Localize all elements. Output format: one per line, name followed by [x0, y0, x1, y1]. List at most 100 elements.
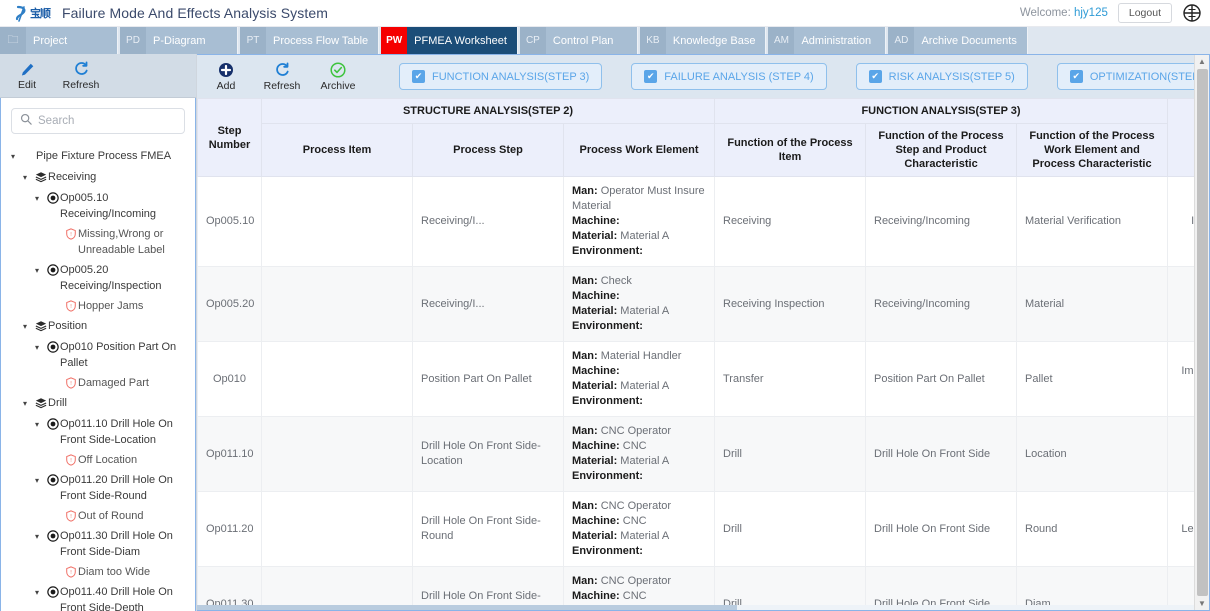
- tree-item-label: Missing,Wrong or Unreadable Label: [78, 228, 165, 256]
- chevron-down-icon[interactable]: ▾: [35, 584, 46, 601]
- layers-icon: [34, 395, 48, 411]
- horizontal-scrollbar[interactable]: [197, 605, 1194, 610]
- brand-logo[interactable]: 宝顺: [14, 5, 51, 22]
- nav-tab-archive-documents[interactable]: AD Archive Documents: [888, 27, 1028, 54]
- chevron-down-icon[interactable]: ▾: [11, 148, 22, 165]
- chevron-down-icon[interactable]: ▾: [23, 169, 34, 186]
- archive-button[interactable]: Archive: [317, 62, 359, 92]
- tree-item-label: Receiving: [48, 171, 97, 183]
- tree-item-label: Damaged Part: [78, 377, 149, 389]
- target-icon: [46, 528, 60, 544]
- tree-item[interactable]: ▾ Receiving: [7, 167, 189, 188]
- tree-item[interactable]: ▾ Pipe Fixture Process FMEA: [7, 146, 189, 167]
- sidebar-edit-button[interactable]: Edit: [6, 61, 48, 91]
- col-process-step[interactable]: Process Step: [412, 123, 564, 177]
- col-function-work-element[interactable]: Function of the Process Work Element and…: [1016, 123, 1168, 177]
- tree-item[interactable]: ▾ Op010 Position Part On Pallet: [7, 337, 189, 373]
- tree-item[interactable]: ▾ Drill: [7, 393, 189, 414]
- target-icon: [46, 584, 60, 600]
- col-process-work-element[interactable]: Process Work Element: [563, 123, 715, 177]
- table-row[interactable]: Op011.10 Drill Hole On Front Side-Locatio…: [197, 416, 1209, 492]
- tree-item[interactable]: ! Hopper Jams: [7, 296, 189, 316]
- search-box[interactable]: [11, 108, 185, 134]
- tree-item[interactable]: ! Off Location: [7, 450, 189, 470]
- chevron-down-icon[interactable]: ▾: [35, 472, 46, 489]
- cell-function-work-element: Material Verification: [1016, 176, 1168, 267]
- tree-item[interactable]: ▾ Op011.10 Drill Hole On Front Side-Locat…: [7, 414, 189, 450]
- tree-item-label: Position: [48, 320, 88, 332]
- table-row[interactable]: Op011.20 Drill Hole On Front Side-Round Ma…: [197, 491, 1209, 567]
- add-button[interactable]: Add: [205, 62, 247, 92]
- col-step-number[interactable]: Step Number: [197, 98, 262, 177]
- archive-label: Archive: [320, 79, 356, 92]
- tree-item[interactable]: ▾ Op005.10 Receiving/Incoming: [7, 188, 189, 224]
- nav-tab-knowledge-base[interactable]: KB Knowledge Base: [639, 27, 767, 54]
- nav-tab-pfmea-worksheet[interactable]: PW PFMEA Worksheet: [381, 27, 518, 54]
- tree-item[interactable]: ! Out of Round: [7, 506, 189, 526]
- col-process-item[interactable]: Process Item: [261, 123, 413, 177]
- nav-tab-administration[interactable]: AM Administration: [768, 27, 887, 54]
- right-pane: Add Refresh Archive ✔ FUNCTION ANALYSIS(…: [197, 54, 1210, 611]
- refresh-button[interactable]: Refresh: [261, 62, 303, 92]
- scroll-down-icon[interactable]: ▼: [1198, 597, 1206, 610]
- checkbox-checked-icon[interactable]: ✔: [1069, 70, 1083, 83]
- table-row[interactable]: Op005.20 Receiving/I... Man: Check Machine:…: [197, 266, 1209, 342]
- left-pane: Edit Refresh Search ▾ Pipe Fixture Proce…: [0, 54, 197, 611]
- checkbox-checked-icon[interactable]: ✔: [644, 70, 658, 83]
- nav-tab-process-flow-table[interactable]: PT Process Flow Table: [240, 27, 380, 54]
- step-chip-5[interactable]: ✔ RISK ANALYSIS(STEP 5): [855, 63, 1028, 90]
- tree-item[interactable]: ▾ Op011.20 Drill Hole On Front Side-Round: [7, 470, 189, 506]
- worksheet-grid-scroll[interactable]: Step Number STRUCTURE ANALYSIS(STEP 2) F…: [197, 98, 1209, 610]
- table-row[interactable]: Op005.10 Receiving/I... Man: Operator Must…: [197, 176, 1209, 267]
- tree-item[interactable]: ▾ Position: [7, 316, 189, 337]
- tree-item[interactable]: ▾ Op011.40 Drill Hole On Front Side-Depth: [7, 582, 189, 611]
- globe-language-icon[interactable]: [1182, 3, 1202, 23]
- vertical-scrollbar[interactable]: ▲ ▼: [1194, 55, 1209, 610]
- svg-text:!: !: [70, 514, 72, 520]
- table-row[interactable]: Op011.30 Drill Hole On Front Side-DiamMan…: [197, 566, 1209, 610]
- col-function-process-item[interactable]: Function of the Process Item: [714, 123, 866, 177]
- welcome-username: hjy125: [1073, 7, 1108, 19]
- nav-tab-project[interactable]: 🗀 Project: [0, 27, 118, 54]
- logout-button[interactable]: Logout: [1117, 3, 1172, 23]
- nav-tab-control-plan[interactable]: CP Control Plan: [519, 27, 638, 54]
- tree-item[interactable]: ! Missing,Wrong or Unreadable Label: [7, 224, 189, 260]
- step-chip-4[interactable]: ✔ FAILURE ANALYSIS (STEP 4): [631, 63, 827, 90]
- step-chip-6[interactable]: ✔ OPTIMIZATION(STEP 6): [1056, 63, 1209, 90]
- table-row[interactable]: Op010 Position Part On Pallet Man: Materia…: [197, 341, 1209, 417]
- tree-item[interactable]: ! Diam too Wide: [7, 562, 189, 582]
- target-icon: [46, 339, 60, 355]
- checkbox-checked-icon[interactable]: ✔: [868, 70, 882, 83]
- tree-item[interactable]: ! Damaged Part: [7, 373, 189, 393]
- chevron-down-icon[interactable]: ▾: [35, 190, 46, 207]
- chevron-down-icon[interactable]: ▾: [23, 395, 34, 412]
- search-input[interactable]: [38, 115, 176, 127]
- cell-function-process-step: Drill Hole On Front Side: [865, 491, 1017, 567]
- chevron-down-icon[interactable]: ▾: [35, 262, 46, 279]
- cell-function-work-element: Material: [1016, 266, 1168, 342]
- step-chip-label: FUNCTION ANALYSIS(STEP 3): [432, 70, 590, 83]
- col-function-process-step[interactable]: Function of the Process Step and Product…: [865, 123, 1017, 177]
- nav-tab-code: PW: [381, 27, 408, 54]
- sidebar-refresh-button[interactable]: Refresh: [60, 61, 102, 91]
- table-header-row: Process Item Process Step Process Work E…: [198, 123, 1210, 177]
- cell-process-step: Drill Hole On Front Side-Location: [412, 416, 564, 492]
- chevron-down-icon[interactable]: ▾: [23, 318, 34, 335]
- chevron-down-icon[interactable]: ▾: [35, 339, 46, 356]
- failure-shield-icon: !: [64, 298, 78, 314]
- chevron-down-icon[interactable]: ▾: [35, 416, 46, 433]
- nav-tab-p-diagram[interactable]: PD P-Diagram: [120, 27, 238, 54]
- tree-item[interactable]: ▾ Op011.30 Drill Hole On Front Side-Diam: [7, 526, 189, 562]
- tree-item[interactable]: ▾ Op005.20 Receiving/Inspection: [7, 260, 189, 296]
- step-chip-3[interactable]: ✔ FUNCTION ANALYSIS(STEP 3): [399, 63, 603, 90]
- add-label: Add: [216, 79, 236, 92]
- scroll-up-icon[interactable]: ▲: [1198, 55, 1206, 68]
- chevron-down-icon[interactable]: ▾: [35, 528, 46, 545]
- vertical-scroll-thumb[interactable]: [1196, 69, 1208, 596]
- tree-icon-empty: [22, 148, 36, 164]
- nav-tab-label: PFMEA Worksheet: [414, 34, 507, 47]
- checkbox-checked-icon[interactable]: ✔: [412, 70, 425, 83]
- pfmea-worksheet-table: Step Number STRUCTURE ANALYSIS(STEP 2) F…: [197, 98, 1209, 610]
- horizontal-scroll-thumb[interactable]: [197, 605, 737, 610]
- project-tree: ▾ Pipe Fixture Process FMEA ▾ Receiving ▾ Op0…: [7, 146, 189, 611]
